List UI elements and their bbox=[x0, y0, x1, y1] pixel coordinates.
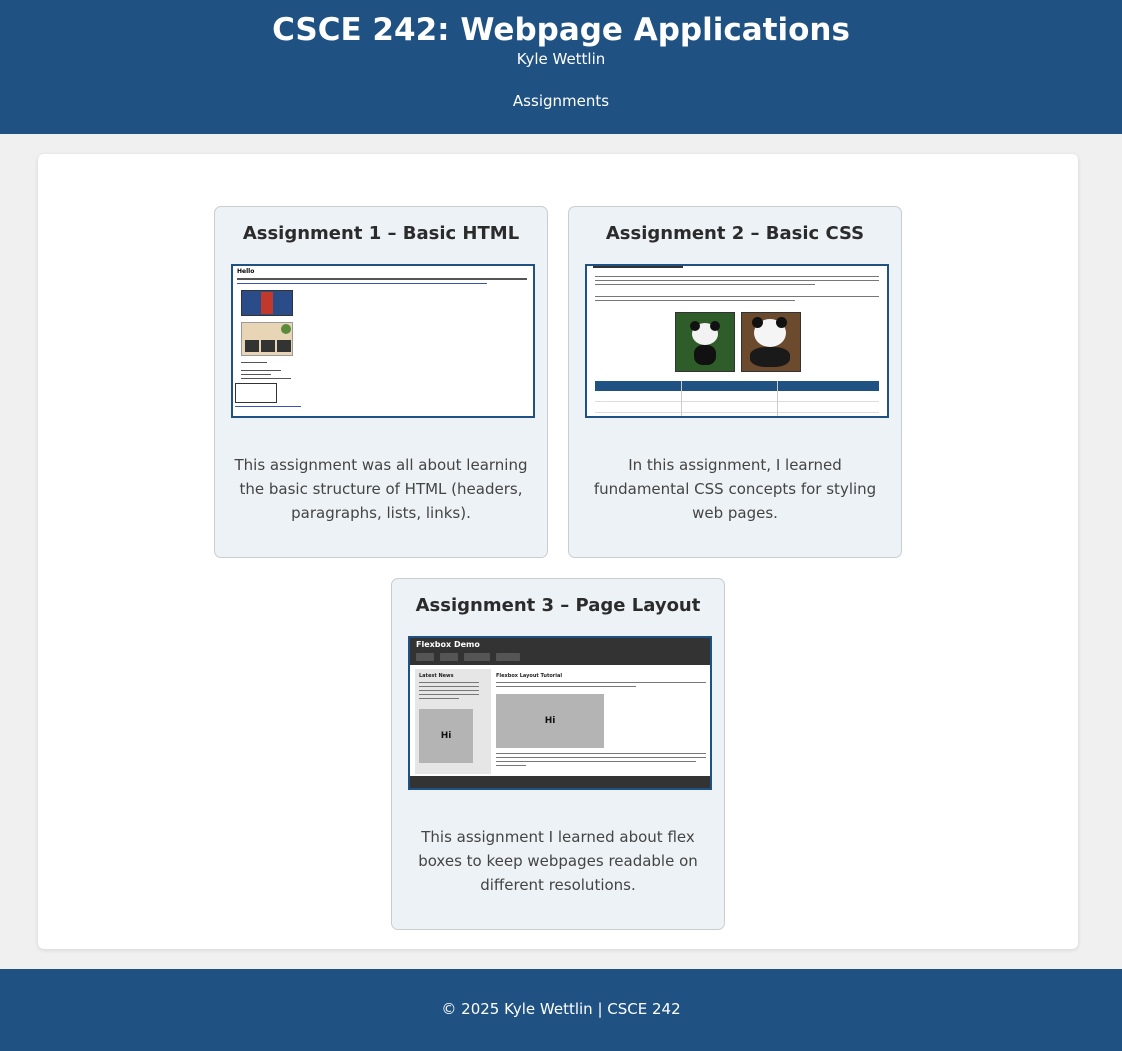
thumbnail-header: Flexbox Demo bbox=[416, 640, 480, 649]
assignment-description: In this assignment, I learned fundamenta… bbox=[593, 456, 877, 522]
thumbnail-heading: Hello bbox=[237, 268, 255, 275]
assignment-title: Assignment 3 – Page Layout bbox=[415, 595, 701, 616]
nav-assignments-link[interactable]: Assignments bbox=[513, 92, 609, 110]
panda-photo bbox=[675, 312, 735, 372]
site-title: CSCE 242: Webpage Applications bbox=[272, 12, 850, 48]
site-subtitle: Kyle Wettlin bbox=[516, 50, 606, 68]
thumbnail-box: Hi bbox=[419, 709, 473, 763]
panda-photo bbox=[741, 312, 801, 372]
site-header: CSCE 242: Webpage Applications Kyle Wett… bbox=[0, 0, 1122, 134]
assignment-2-thumbnail[interactable] bbox=[585, 264, 889, 418]
site-footer: © 2025 Kyle Wettlin | CSCE 242 bbox=[0, 969, 1122, 1051]
footer-copyright: © 2025 Kyle Wettlin | CSCE 242 bbox=[441, 1000, 681, 1018]
assignment-card-1: Assignment 1 – Basic HTML Hello This ass… bbox=[214, 206, 548, 558]
main-content: Assignment 1 – Basic HTML Hello This ass… bbox=[38, 154, 1078, 949]
assignment-card-2: Assignment 2 – Basic CSS In this assignm… bbox=[568, 206, 902, 558]
assignment-title: Assignment 1 – Basic HTML bbox=[242, 223, 520, 244]
thumbnail-sidebar-title: Latest News bbox=[419, 673, 454, 679]
thumbnail-main-title: Flexbox Layout Tutorial bbox=[496, 673, 563, 679]
assignment-description: This assignment I learned about flex box… bbox=[418, 828, 698, 894]
main-nav: Assignments bbox=[0, 92, 1122, 110]
assignment-1-thumbnail[interactable]: Hello bbox=[231, 264, 535, 418]
assignment-card-3: Assignment 3 – Page Layout Flexbox Demo … bbox=[391, 578, 725, 930]
assignment-3-thumbnail[interactable]: Flexbox Demo Latest News Hi Flexbox Layo… bbox=[408, 636, 712, 790]
thumbnail-box: Hi bbox=[496, 694, 604, 748]
assignment-description: This assignment was all about learning t… bbox=[234, 456, 528, 522]
assignment-title: Assignment 2 – Basic CSS bbox=[605, 223, 865, 244]
